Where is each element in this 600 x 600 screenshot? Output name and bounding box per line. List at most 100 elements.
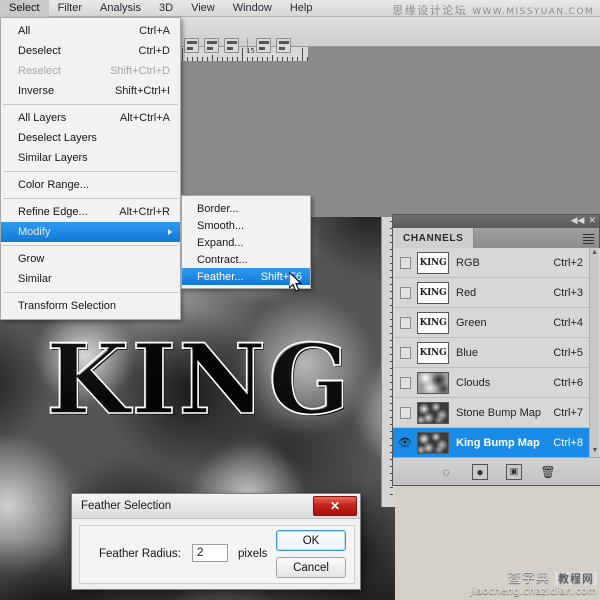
channel-visibility-eye-icon[interactable]	[393, 278, 417, 308]
channel-shortcut: Ctrl+2	[553, 257, 591, 269]
channel-row[interactable]: KINGBlueCtrl+5	[393, 338, 591, 368]
channel-row[interactable]: KINGGreenCtrl+4	[393, 308, 591, 338]
menu-item-modify[interactable]: Modify	[1, 222, 180, 242]
channel-visibility-eye-icon[interactable]: 👁	[393, 428, 417, 458]
delete-channel-icon[interactable]: 🗑	[540, 464, 556, 480]
menu-filter[interactable]: Filter	[49, 0, 91, 17]
watermark-bottom-badge: 教程网	[555, 572, 597, 585]
channel-visibility-eye-icon[interactable]	[393, 368, 417, 398]
align-horizontal-centers-icon[interactable]	[204, 38, 219, 53]
menu-help[interactable]: Help	[281, 0, 322, 17]
ruler-tick	[302, 48, 303, 61]
submenu-item-expand[interactable]: Expand...	[182, 234, 310, 251]
menu-item-color-range[interactable]: Color Range...	[1, 175, 180, 195]
channel-visibility-eye-icon[interactable]	[393, 308, 417, 338]
ok-button[interactable]: OK	[276, 530, 346, 551]
ruler-tick	[307, 57, 308, 61]
modify-submenu[interactable]: Border...Smooth...Expand...Contract...Fe…	[181, 195, 311, 289]
cancel-button[interactable]: Cancel	[276, 557, 346, 578]
channel-shortcut: Ctrl+7	[553, 407, 591, 419]
scroll-down-arrow-icon[interactable]: ▼	[590, 446, 600, 455]
ruler-tick	[187, 57, 188, 61]
submenu-item-border[interactable]: Border...	[182, 200, 310, 217]
menu-item-inverse[interactable]: Inverse Shift+Ctrl+I	[1, 81, 180, 101]
create-new-channel-icon[interactable]: ▣	[506, 464, 522, 480]
menu-view[interactable]: View	[182, 0, 224, 17]
menu-item-all[interactable]: AllCtrl+A	[1, 21, 180, 41]
close-icon[interactable]: ✕	[588, 217, 596, 226]
menu-item-shortcut: Shift+Ctrl+I	[115, 85, 170, 97]
feather-radius-input[interactable]: 2	[192, 544, 228, 562]
panel-menu-icon[interactable]	[583, 234, 594, 243]
menu-item-grow[interactable]: Grow	[1, 249, 180, 269]
ruler-tick	[272, 55, 273, 61]
channel-row[interactable]: KINGRGBCtrl+2	[393, 248, 591, 278]
document-background-right	[308, 47, 600, 217]
channel-scrollbar[interactable]: ▲ ▼	[589, 248, 599, 457]
menu-3d[interactable]: 3D	[150, 0, 182, 17]
channel-name: King Bump Map	[456, 437, 553, 449]
menu-item-transform-selection[interactable]: Transform Selection	[1, 296, 180, 316]
menu-item-label: Inverse	[18, 85, 54, 97]
watermark-bottom-line1: 查字典 教程网	[470, 567, 597, 586]
channel-thumbnail: KING	[417, 252, 449, 274]
dialog-body: Feather Radius: 2 pixels OK Cancel	[79, 525, 355, 584]
menu-item-similar-layers[interactable]: Similar Layers	[1, 148, 180, 168]
align-vertical-centers-icon[interactable]	[276, 38, 291, 53]
watermark-bottom-url: jiaocheng.chazidian.com	[470, 586, 597, 597]
menu-item-deselect-layers[interactable]: Deselect Layers	[1, 128, 180, 148]
submenu-item-label: Expand...	[197, 237, 243, 249]
ruler-tick	[277, 57, 278, 61]
channel-visibility-eye-icon[interactable]	[393, 248, 417, 278]
submenu-item-label: Feather...	[197, 271, 243, 283]
scroll-up-arrow-icon[interactable]: ▲	[590, 248, 599, 257]
save-selection-as-channel-icon[interactable]: ●	[472, 464, 488, 480]
ruler-tick	[237, 57, 238, 61]
dialog-close-button[interactable]: ✕	[313, 496, 357, 516]
submenu-item-feather[interactable]: Feather...Shift+F6	[182, 268, 310, 285]
dialog-title: Feather Selection	[81, 500, 171, 512]
channel-visibility-eye-icon[interactable]	[393, 338, 417, 368]
channel-visibility-eye-icon[interactable]	[393, 398, 417, 428]
ruler-tick	[267, 57, 268, 61]
menu-item-all-layers[interactable]: All LayersAlt+Ctrl+A	[1, 108, 180, 128]
channel-row[interactable]: Stone Bump MapCtrl+7	[393, 398, 591, 428]
channel-row[interactable]: 👁 King Bump MapCtrl+8	[393, 428, 591, 457]
menu-select[interactable]: Select	[0, 0, 49, 17]
toolbar-divider	[247, 38, 248, 53]
menu-item-similar[interactable]: Similar	[1, 269, 180, 289]
channel-shortcut: Ctrl+8	[553, 437, 591, 449]
collapse-icon[interactable]: ◀◀	[571, 217, 585, 226]
watermark-top-url: WWW.MISSYUAN.COM	[472, 7, 594, 17]
ruler-tick	[297, 57, 298, 61]
ruler-tick	[182, 48, 183, 61]
channel-name: Green	[456, 317, 553, 329]
tab-channels[interactable]: CHANNELS	[393, 228, 474, 248]
select-dropdown-menu[interactable]: AllCtrl+ADeselectCtrl+D Reselect Shift+Ctr…	[0, 17, 181, 320]
menu-window[interactable]: Window	[224, 0, 281, 17]
ruler-tick	[257, 57, 258, 61]
align-top-edges-icon[interactable]	[256, 38, 271, 53]
align-left-edges-icon[interactable]	[184, 38, 199, 53]
feather-selection-dialog[interactable]: Feather Selection ✕ Feather Radius: 2 pi…	[71, 493, 361, 590]
menu-item-refine-edge[interactable]: Refine Edge...Alt+Ctrl+R	[1, 202, 180, 222]
align-right-edges-icon[interactable]	[224, 38, 239, 53]
channel-list[interactable]: KINGRGBCtrl+2KINGRedCtrl+3KINGGreenCtrl+…	[393, 248, 600, 457]
load-channel-as-selection-icon[interactable]: ◌	[438, 464, 454, 480]
submenu-item-smooth[interactable]: Smooth...	[182, 217, 310, 234]
menu-separator	[3, 198, 178, 199]
menu-item-label: Reselect	[18, 65, 61, 77]
feather-radius-label: Feather Radius:	[99, 548, 181, 560]
channel-name: Blue	[456, 347, 553, 359]
channels-panel[interactable]: ◀◀ ✕ CHANNELS KINGRGBCtrl+2KINGRedCtrl+3…	[392, 214, 600, 486]
channel-row[interactable]: CloudsCtrl+6	[393, 368, 591, 398]
menu-analysis[interactable]: Analysis	[91, 0, 150, 17]
channel-name: Red	[456, 287, 553, 299]
channel-row[interactable]: KINGRedCtrl+3	[393, 278, 591, 308]
menu-item-label: All Layers	[18, 112, 66, 124]
menu-item-deselect[interactable]: DeselectCtrl+D	[1, 41, 180, 61]
submenu-item-contract[interactable]: Contract...	[182, 251, 310, 268]
dialog-titlebar: Feather Selection ✕	[72, 494, 360, 519]
menu-item-shortcut: Alt+Ctrl+R	[119, 206, 170, 218]
channel-shortcut: Ctrl+5	[553, 347, 591, 359]
